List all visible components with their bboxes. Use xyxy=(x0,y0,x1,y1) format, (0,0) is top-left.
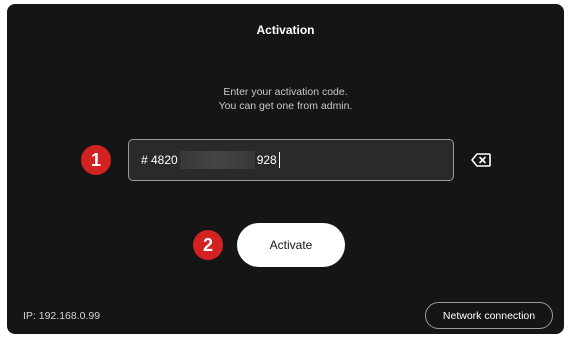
redaction-mask xyxy=(179,151,255,169)
ip-address: IP: 192.168.0.99 xyxy=(23,310,101,322)
step-marker-2: 2 xyxy=(193,230,223,260)
instruction-line-1: Enter your activation code. xyxy=(223,86,348,98)
clear-button[interactable] xyxy=(470,152,492,168)
instructions: Enter your activation code. You can get … xyxy=(7,85,564,113)
activate-button[interactable]: Activate xyxy=(237,223,345,267)
activation-code-input[interactable]: # 4820 928 xyxy=(128,139,454,181)
activation-code-prefix: # 4820 xyxy=(141,153,178,167)
activation-screen: Activation Enter your activation code. Y… xyxy=(7,4,564,334)
text-caret xyxy=(278,152,280,168)
instruction-line-2: You can get one from admin. xyxy=(218,100,353,112)
page-title: Activation xyxy=(256,23,315,37)
activation-code-suffix: 928 xyxy=(256,153,277,167)
backspace-clear-icon xyxy=(471,153,491,167)
step-marker-1: 1 xyxy=(81,145,111,175)
network-connection-button[interactable]: Network connection xyxy=(425,302,553,329)
